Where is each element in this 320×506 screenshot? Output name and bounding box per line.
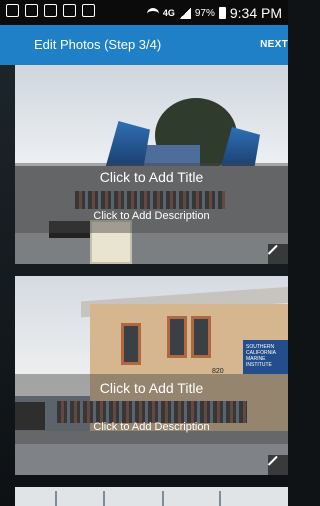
signal-icon <box>178 7 191 19</box>
battery-percent: 97% <box>194 7 215 19</box>
system-icons: 4G 97% 9:34 PM <box>146 5 282 21</box>
pencil-icon <box>267 455 287 475</box>
play-store-icon <box>82 4 95 17</box>
add-title-button[interactable]: Click to Add Title <box>15 380 288 396</box>
media-icon <box>44 4 57 17</box>
clock: 9:34 PM <box>229 5 282 21</box>
add-description-button[interactable]: Click to Add Description <box>15 210 288 222</box>
photo-card[interactable]: SOUTHERN CALIFORNIA MARINE INSTITUTE 820… <box>15 276 288 475</box>
mast-shape <box>55 491 57 506</box>
window-shape <box>121 323 141 365</box>
photo-card[interactable]: Click to Add Title Click to Add Descript… <box>15 65 288 264</box>
app-bar: Edit Photos (Step 3/4) NEXT <box>0 25 288 65</box>
mast-shape <box>219 491 221 506</box>
page-title: Edit Photos (Step 3/4) <box>34 37 162 52</box>
pencil-icon <box>267 244 287 264</box>
battery-icon <box>218 7 226 19</box>
window-shape <box>167 316 187 358</box>
wifi-icon <box>146 8 159 18</box>
photo-list[interactable]: Click to Add Title Click to Add Descript… <box>0 65 288 506</box>
image-icon <box>25 4 38 17</box>
add-title-button[interactable]: Click to Add Title <box>15 169 288 185</box>
window-shape <box>191 316 211 358</box>
mast-shape <box>162 491 164 506</box>
network-type: 4G <box>162 8 175 18</box>
missed-call-icon <box>6 4 19 17</box>
edit-photo-button[interactable] <box>267 455 288 475</box>
institute-sign: SOUTHERN CALIFORNIA MARINE INSTITUTE <box>243 340 288 374</box>
status-bar: 4G 97% 9:34 PM <box>0 0 288 25</box>
mast-shape <box>103 491 105 506</box>
mail-icon <box>63 4 76 17</box>
add-description-button[interactable]: Click to Add Description <box>15 421 288 433</box>
notification-icons <box>6 4 95 17</box>
photo-card[interactable] <box>15 487 288 506</box>
next-button[interactable]: NEXT <box>260 39 288 50</box>
edit-photo-button[interactable] <box>267 244 288 264</box>
